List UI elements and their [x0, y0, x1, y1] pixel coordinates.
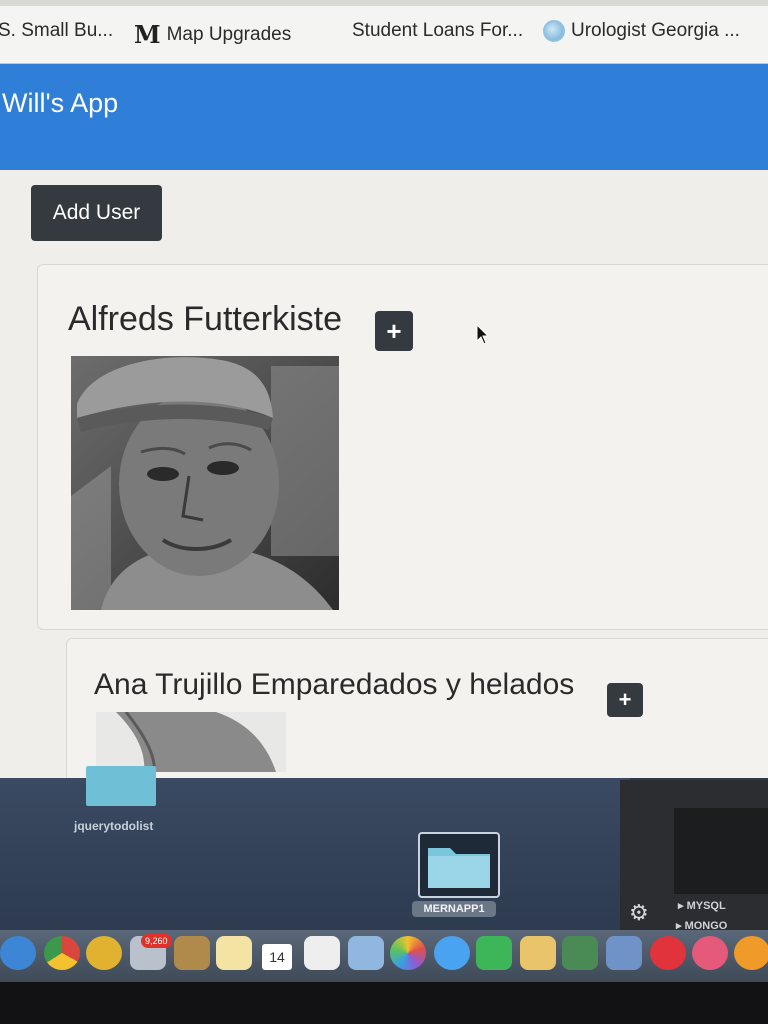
books-icon[interactable] — [734, 936, 768, 970]
user-photo — [96, 712, 286, 772]
triangle-right-icon: ▸ — [678, 900, 687, 912]
bookmark-small-business[interactable]: S. Small Bu... — [0, 20, 113, 42]
m-logo-icon: M — [134, 20, 161, 49]
database-label: MYSQL — [686, 900, 726, 912]
calendar-icon[interactable]: 14 — [262, 944, 292, 970]
pages-icon[interactable] — [520, 936, 556, 970]
bookmark-urologist-georgia[interactable]: Urologist Georgia ... — [543, 20, 740, 42]
safari-icon[interactable] — [0, 936, 36, 970]
add-item-button[interactable]: + — [607, 683, 643, 717]
folder-icon — [428, 848, 490, 888]
chrome-icon[interactable] — [44, 936, 80, 970]
user-name: Alfreds Futterkiste — [68, 300, 342, 338]
photos-icon[interactable] — [390, 936, 426, 970]
folder-label[interactable]: MERNAPP1 — [412, 901, 496, 917]
bookmark-map-upgrades[interactable]: M Map Upgrades — [134, 20, 291, 49]
app-icon[interactable] — [86, 936, 122, 970]
keynote-icon[interactable] — [606, 936, 642, 970]
add-item-button[interactable]: + — [375, 311, 413, 351]
bookmark-label: Map Upgrades — [166, 23, 292, 45]
folder-label[interactable]: jquerytodolist — [74, 819, 153, 833]
tab-strip-edge — [0, 0, 768, 6]
facetime-icon[interactable] — [476, 936, 512, 970]
messages-icon[interactable] — [434, 936, 470, 970]
bookmark-label: Student Loans For... — [352, 20, 524, 41]
folder-selected[interactable] — [418, 832, 500, 898]
bookmark-label: Urologist Georgia ... — [571, 20, 740, 41]
mouse-cursor-icon — [476, 323, 490, 351]
folder-icon[interactable] — [86, 766, 156, 806]
gear-icon[interactable]: ⚙ — [629, 900, 649, 926]
news-icon[interactable] — [650, 936, 686, 970]
preview-icon[interactable] — [348, 936, 384, 970]
monitor-bezel — [0, 982, 768, 1024]
notes-folder-icon[interactable] — [174, 936, 210, 970]
bookmark-label: S. Small Bu... — [0, 20, 114, 41]
bookmark-student-loans[interactable]: Student Loans For... — [352, 20, 523, 42]
notes-icon[interactable] — [216, 936, 252, 970]
reminders-icon[interactable] — [304, 936, 340, 970]
add-user-button[interactable]: Add User — [31, 185, 162, 241]
music-icon[interactable] — [692, 936, 728, 970]
app-title[interactable]: Will's App — [2, 88, 118, 119]
numbers-icon[interactable] — [562, 936, 598, 970]
user-photo — [71, 356, 339, 610]
notification-badge: 9,260 — [141, 934, 172, 948]
database-item-mysql[interactable]: ▸ MYSQL — [678, 899, 726, 912]
panel-preview — [674, 808, 768, 894]
user-name: Ana Trujillo Emparedados y helados — [94, 668, 575, 701]
globe-icon — [543, 20, 565, 42]
